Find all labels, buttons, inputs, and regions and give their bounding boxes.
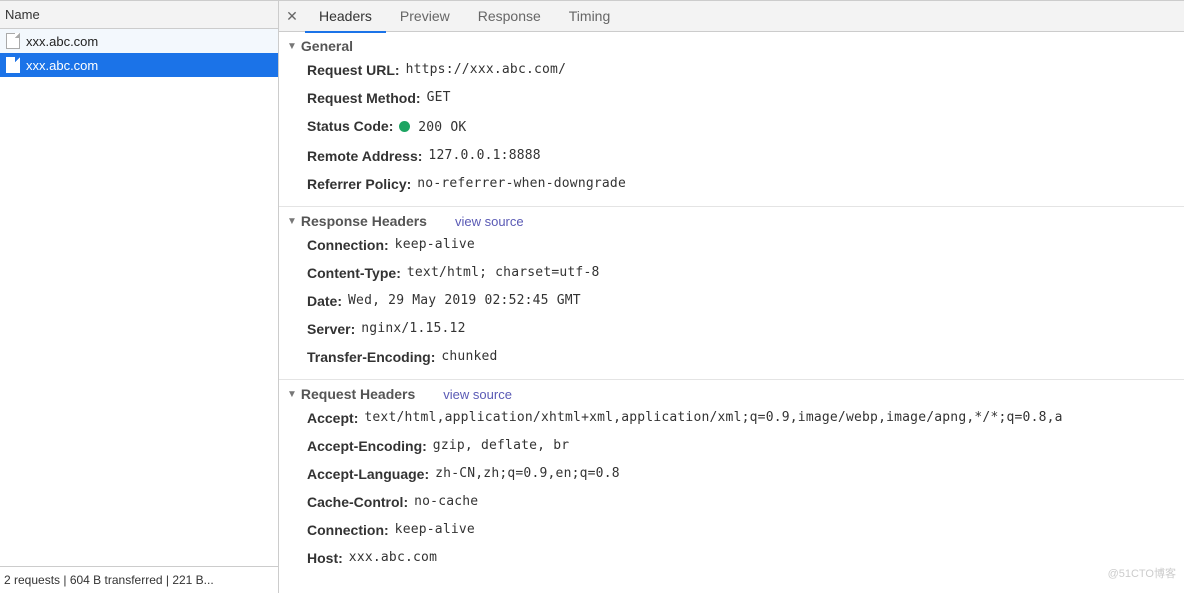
kv-line: Connection keep-alive <box>279 516 1184 544</box>
kv-key: Cache-Control <box>307 492 408 512</box>
kv-key: Accept-Encoding <box>307 436 427 456</box>
kv-value: text/html,application/xhtml+xml,applicat… <box>364 408 1062 428</box>
view-source-link[interactable]: view source <box>443 387 512 402</box>
kv-value: Wed, 29 May 2019 02:52:45 GMT <box>348 291 581 311</box>
kv-key: Remote Address <box>307 146 422 166</box>
kv-line: Host xxx.abc.com <box>279 544 1184 572</box>
requests-list: xxx.abc.com xxx.abc.com <box>0 29 278 566</box>
kv-value: keep-alive <box>395 520 475 540</box>
requests-panel: Name xxx.abc.com xxx.abc.com 2 requests … <box>0 0 279 593</box>
request-name: xxx.abc.com <box>26 34 98 49</box>
section-general: ▼ General Request URL https://xxx.abc.co… <box>279 32 1184 207</box>
kv-value: 200 OK <box>399 116 466 138</box>
kv-key: Referrer Policy <box>307 174 411 194</box>
kv-key: Request URL <box>307 60 400 80</box>
tabs: ✕ Headers Preview Response Timing <box>279 0 1184 32</box>
status-dot-icon <box>399 121 410 132</box>
kv-line: Cache-Control no-cache <box>279 488 1184 516</box>
section-toggle-response-headers[interactable]: ▼ Response Headers view source <box>279 207 1184 231</box>
kv-key: Accept-Language <box>307 464 429 484</box>
section-toggle-request-headers[interactable]: ▼ Request Headers view source <box>279 380 1184 404</box>
kv-line: Accept-Language zh-CN,zh;q=0.9,en;q=0.8 <box>279 460 1184 488</box>
tab-response[interactable]: Response <box>464 0 555 32</box>
kv-key: Server <box>307 319 355 339</box>
kv-line: Transfer-Encoding chunked <box>279 343 1184 371</box>
kv-key: Connection <box>307 520 389 540</box>
kv-line: Accept text/html,application/xhtml+xml,a… <box>279 404 1184 432</box>
kv-line: Date Wed, 29 May 2019 02:52:45 GMT <box>279 287 1184 315</box>
kv-value: text/html; charset=utf-8 <box>407 263 600 283</box>
kv-referrer-policy: Referrer Policy no-referrer-when-downgra… <box>279 170 1184 198</box>
kv-request-method: Request Method GET <box>279 84 1184 112</box>
kv-line: Connection keep-alive <box>279 231 1184 259</box>
headers-detail: ▼ General Request URL https://xxx.abc.co… <box>279 32 1184 593</box>
status-code-text: 200 OK <box>418 120 466 135</box>
kv-value: no-cache <box>414 492 478 512</box>
kv-remote-address: Remote Address 127.0.0.1:8888 <box>279 142 1184 170</box>
section-title: Response Headers <box>301 213 427 229</box>
chevron-down-icon: ▼ <box>287 389 297 400</box>
kv-value: chunked <box>441 347 497 367</box>
file-icon <box>6 57 20 73</box>
view-source-link[interactable]: view source <box>455 214 524 229</box>
close-icon[interactable]: ✕ <box>279 8 305 25</box>
kv-key: Accept <box>307 408 358 428</box>
details-panel: ✕ Headers Preview Response Timing ▼ Gene… <box>279 0 1184 593</box>
section-response-headers: ▼ Response Headers view source Connectio… <box>279 207 1184 380</box>
requests-header[interactable]: Name <box>0 0 278 29</box>
kv-key: Connection <box>307 235 389 255</box>
section-request-headers: ▼ Request Headers view source Accept tex… <box>279 380 1184 580</box>
kv-line: Server nginx/1.15.12 <box>279 315 1184 343</box>
kv-request-url: Request URL https://xxx.abc.com/ <box>279 56 1184 84</box>
kv-value: keep-alive <box>395 235 475 255</box>
kv-key: Host <box>307 548 343 568</box>
section-title: Request Headers <box>301 386 415 402</box>
kv-value: GET <box>427 88 451 108</box>
kv-key: Status Code <box>307 116 393 138</box>
status-bar: 2 requests | 604 B transferred | 221 B..… <box>0 566 278 593</box>
chevron-down-icon: ▼ <box>287 216 297 227</box>
tab-headers[interactable]: Headers <box>305 0 386 33</box>
kv-key: Date <box>307 291 342 311</box>
tab-preview[interactable]: Preview <box>386 0 464 32</box>
file-icon <box>6 33 20 49</box>
request-name: xxx.abc.com <box>26 58 98 73</box>
request-row[interactable]: xxx.abc.com <box>0 29 278 53</box>
kv-value: zh-CN,zh;q=0.9,en;q=0.8 <box>435 464 620 484</box>
kv-key: Content-Type <box>307 263 401 283</box>
kv-line: Content-Type text/html; charset=utf-8 <box>279 259 1184 287</box>
kv-value: https://xxx.abc.com/ <box>406 60 567 80</box>
request-row[interactable]: xxx.abc.com <box>0 53 278 77</box>
tab-timing[interactable]: Timing <box>555 0 625 32</box>
section-toggle-general[interactable]: ▼ General <box>279 32 1184 56</box>
kv-key: Request Method <box>307 88 421 108</box>
kv-line: Accept-Encoding gzip, deflate, br <box>279 432 1184 460</box>
kv-value: no-referrer-when-downgrade <box>417 174 626 194</box>
kv-value: nginx/1.15.12 <box>361 319 465 339</box>
kv-value: 127.0.0.1:8888 <box>428 146 540 166</box>
kv-key: Transfer-Encoding <box>307 347 435 367</box>
kv-status-code: Status Code 200 OK <box>279 112 1184 142</box>
kv-value: gzip, deflate, br <box>433 436 569 456</box>
chevron-down-icon: ▼ <box>287 41 297 52</box>
section-title: General <box>301 38 353 54</box>
kv-value: xxx.abc.com <box>349 548 437 568</box>
